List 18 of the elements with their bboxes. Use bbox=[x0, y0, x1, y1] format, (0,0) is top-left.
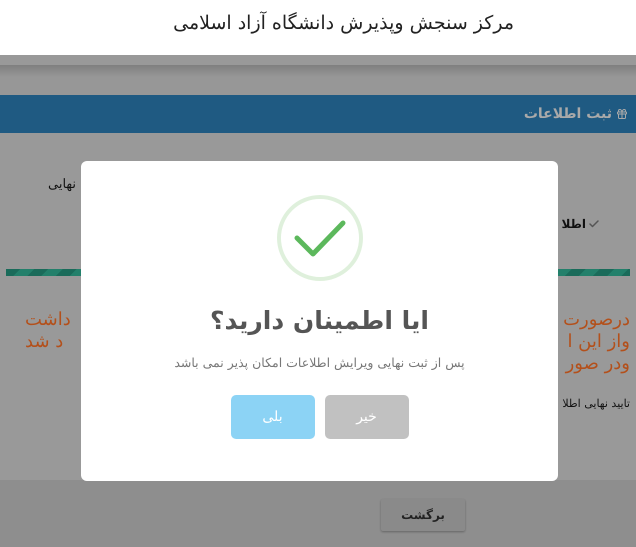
cancel-button[interactable]: خیر bbox=[324, 395, 408, 439]
dialog-message: پس از ثبت نهایی ویرایش اطلاعات امکان پذیر نمی باشد bbox=[174, 355, 465, 370]
warning-text: ودر صور bbox=[566, 353, 630, 375]
panel-title: ثبت اطلاعات bbox=[524, 106, 612, 122]
warning-text: واز این ا bbox=[567, 331, 630, 353]
step-label: اطلا bbox=[561, 217, 586, 231]
success-check-icon bbox=[276, 194, 364, 282]
check-icon bbox=[588, 218, 600, 230]
site-title: مرکز سنجش وپذیرش دانشگاه آزاد اسلامی bbox=[173, 12, 514, 34]
step-label: نهایی bbox=[48, 177, 76, 192]
confirm-label: تایید نهایی اطلا bbox=[562, 397, 630, 410]
warning-text: داشت bbox=[25, 309, 71, 331]
dialog-title: ایا اطمینان دارید؟ bbox=[210, 306, 429, 335]
gift-icon bbox=[616, 108, 628, 120]
warning-text: د شد bbox=[25, 331, 64, 353]
back-button[interactable]: برگشت bbox=[381, 499, 465, 531]
confirm-button[interactable]: بلی bbox=[230, 395, 314, 439]
warning-text: درصورت bbox=[563, 309, 630, 331]
